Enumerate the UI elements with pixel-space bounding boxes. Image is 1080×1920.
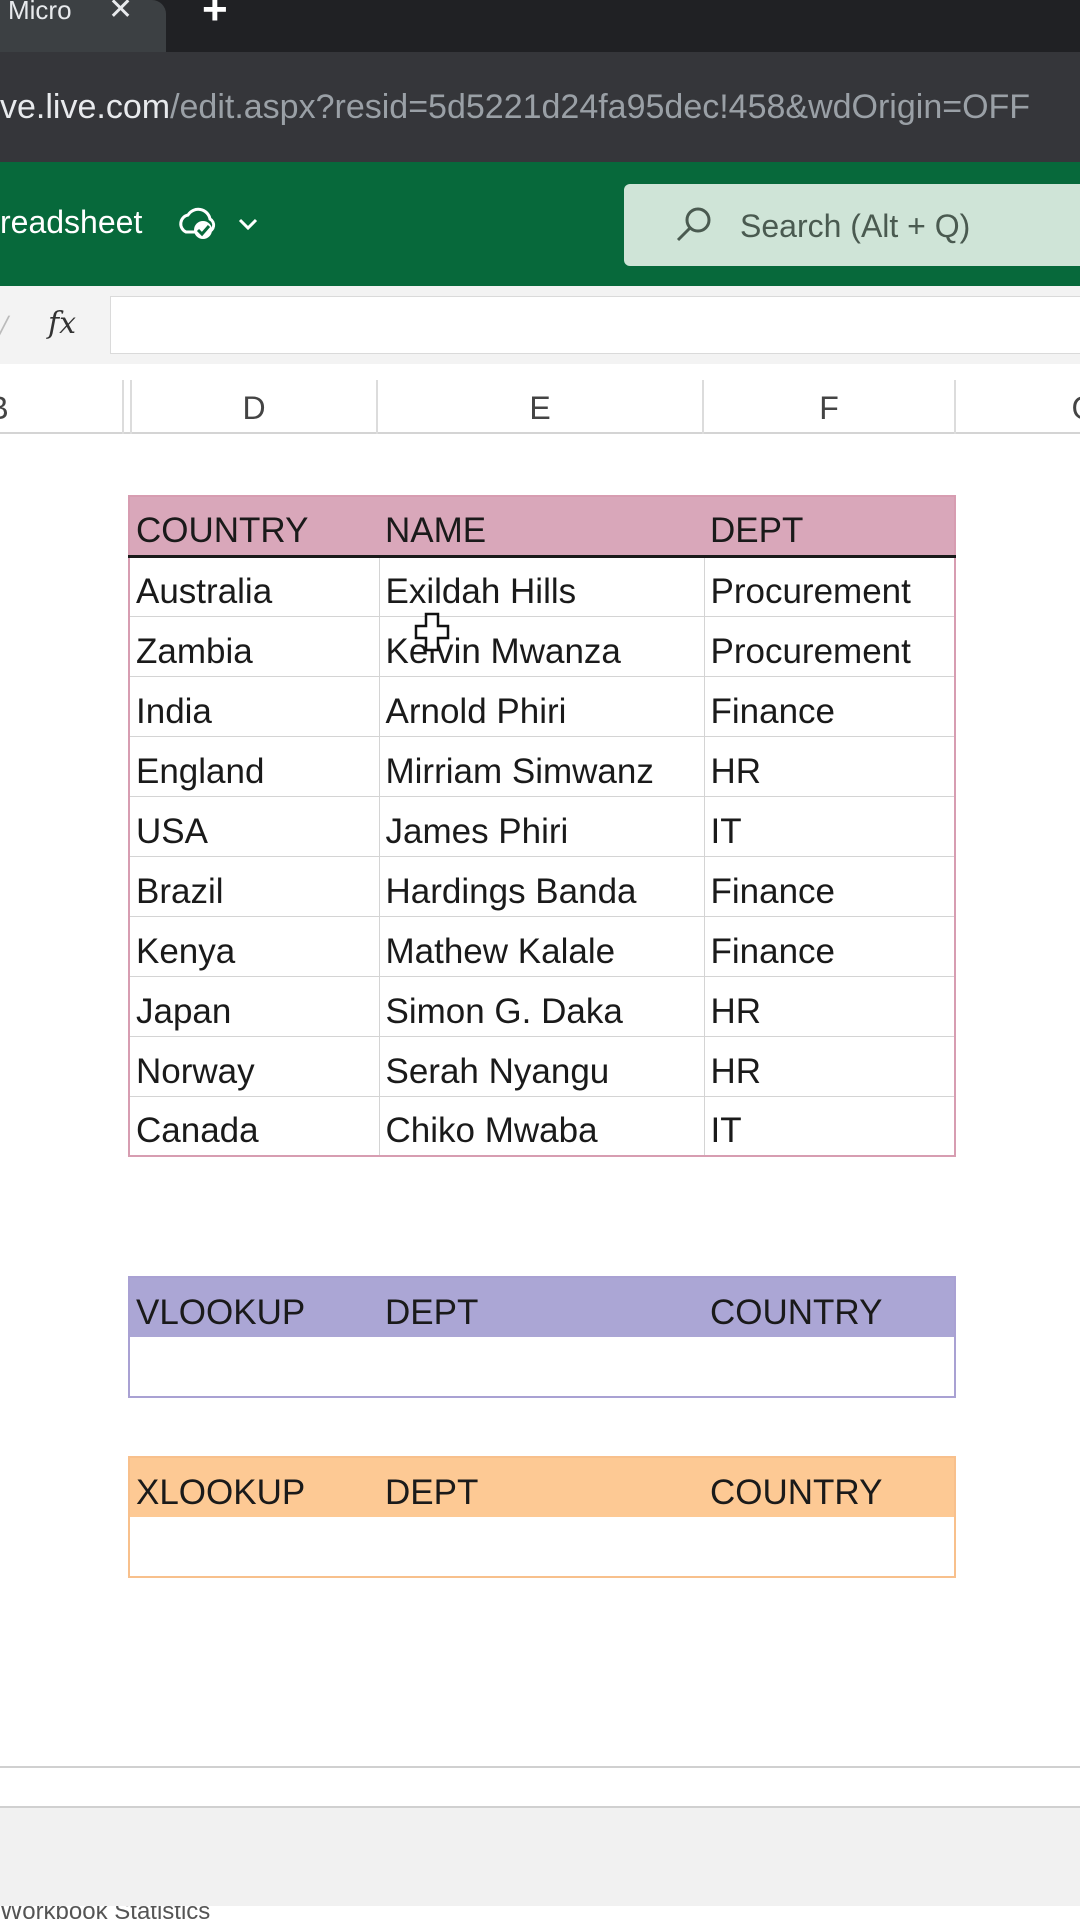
table-cell[interactable]: Finance	[704, 916, 955, 977]
table-cell[interactable]: Procurement	[704, 556, 955, 617]
header-cell-dept[interactable]: DEPT	[704, 496, 955, 558]
formula-bar: ╱ fx	[0, 286, 1080, 364]
search-input[interactable]: Search (Alt + Q)	[624, 184, 1080, 266]
table-cell[interactable]: Australia	[129, 556, 380, 617]
table-cell[interactable]: HR	[704, 976, 955, 1037]
table-cell[interactable]	[379, 1337, 704, 1397]
table-row: Kenya Mathew Kalale Finance	[129, 916, 955, 977]
column-header-b[interactable]: B	[0, 380, 16, 434]
xlookup-table: XLOOKUP DEPT COUNTRY	[128, 1456, 956, 1578]
sheet-tab-bar[interactable]	[0, 1806, 1080, 1906]
table-cell[interactable]: Procurement	[704, 616, 955, 677]
table-cell[interactable]	[379, 1517, 704, 1577]
table-cell[interactable]: Finance	[704, 676, 955, 737]
table-cell[interactable]: Mathew Kalale	[379, 916, 705, 977]
table-row: England Mirriam Simwanz HR	[129, 736, 955, 797]
table-row: Brazil Hardings Banda Finance	[129, 856, 955, 917]
table-cell[interactable]: Hardings Banda	[379, 856, 705, 917]
table-cell[interactable]: IT	[704, 796, 955, 857]
cloud-saved-icon[interactable]	[176, 202, 218, 244]
header-cell-country[interactable]: COUNTRY	[704, 1457, 955, 1517]
header-cell-name[interactable]: NAME	[379, 496, 704, 558]
column-divider[interactable]	[954, 380, 956, 434]
table-row: Canada Chiko Mwaba IT	[129, 1096, 955, 1157]
app-header: readsheet Search (Alt + Q)	[0, 162, 1080, 286]
table-cell[interactable]: HR	[704, 736, 955, 797]
table-cell[interactable]	[704, 1337, 955, 1397]
table-cell[interactable]: James Phiri	[379, 796, 705, 857]
table-row: Australia Exildah Hills Procurement	[129, 556, 955, 617]
new-tab-button[interactable]: +	[202, 0, 228, 32]
column-header-row: B D E F G	[0, 380, 1080, 434]
column-header-f[interactable]: F	[704, 380, 954, 434]
table-cell[interactable]: India	[129, 676, 380, 737]
table-cell[interactable]: Norway	[129, 1036, 380, 1097]
search-icon	[676, 207, 711, 242]
header-cell-country[interactable]: COUNTRY	[704, 1277, 955, 1337]
table-header-row: VLOOKUP DEPT COUNTRY	[129, 1277, 955, 1337]
tab-title: Micro	[8, 0, 72, 20]
header-cell-dept[interactable]: DEPT	[379, 1277, 704, 1337]
table-cell[interactable]	[704, 1517, 955, 1577]
header-cell-dept[interactable]: DEPT	[379, 1457, 704, 1517]
browser-tab[interactable]: Micro ✕	[0, 0, 166, 52]
table-row	[129, 1517, 955, 1577]
table-cell[interactable]: Exildah Hills	[379, 556, 705, 617]
url-path: /edit.aspx?resid=5d5221d24fa95dec!458&wd…	[170, 88, 1031, 126]
table-cell[interactable]: Mirriam Simwanz	[379, 736, 705, 797]
grid-bottom-divider	[0, 1766, 1080, 1768]
browser-tab-strip: Micro ✕ +	[0, 0, 1080, 52]
header-cell-xlookup[interactable]: XLOOKUP	[129, 1457, 379, 1517]
table-row: USA James Phiri IT	[129, 796, 955, 857]
vlookup-table: VLOOKUP DEPT COUNTRY	[128, 1276, 956, 1398]
tab-close-icon[interactable]: ✕	[108, 0, 133, 25]
search-placeholder: Search (Alt + Q)	[740, 208, 971, 244]
table-cell[interactable]: USA	[129, 796, 380, 857]
table-cell[interactable]: Japan	[129, 976, 380, 1037]
table-cell[interactable]: IT	[704, 1096, 955, 1157]
column-header-g[interactable]: G	[1064, 380, 1080, 434]
table-cell[interactable]: Arnold Phiri	[379, 676, 705, 737]
table-header-row: XLOOKUP DEPT COUNTRY	[129, 1457, 955, 1517]
table-row: Zambia Kelvin Mwanza Procurement	[129, 616, 955, 677]
table-cell[interactable]: HR	[704, 1036, 955, 1097]
table-cell[interactable]: Finance	[704, 856, 955, 917]
table-header-row: COUNTRY NAME DEPT	[129, 496, 955, 558]
table-cell[interactable]	[129, 1517, 379, 1577]
employee-table: COUNTRY NAME DEPT Australia Exildah Hill…	[128, 495, 956, 1157]
formula-divider: ╱	[0, 316, 10, 341]
header-cell-vlookup[interactable]: VLOOKUP	[129, 1277, 379, 1337]
table-cell[interactable]: Kenya	[129, 916, 380, 977]
table-cell[interactable]: Chiko Mwaba	[379, 1096, 705, 1157]
column-divider[interactable]	[122, 380, 124, 434]
document-title[interactable]: readsheet	[0, 204, 142, 241]
chevron-down-icon[interactable]	[236, 212, 260, 236]
table-row: Japan Simon G. Daka HR	[129, 976, 955, 1037]
header-cell-country[interactable]: COUNTRY	[129, 496, 379, 558]
url-text[interactable]: ve.live.com/edit.aspx?resid=5d5221d24fa9…	[0, 88, 1030, 127]
table-row: Norway Serah Nyangu HR	[129, 1036, 955, 1097]
address-bar[interactable]: ve.live.com/edit.aspx?resid=5d5221d24fa9…	[0, 52, 1080, 162]
table-cell[interactable]: England	[129, 736, 380, 797]
table-row: India Arnold Phiri Finance	[129, 676, 955, 737]
formula-input[interactable]	[110, 296, 1080, 354]
table-cell[interactable]: Serah Nyangu	[379, 1036, 705, 1097]
table-cell[interactable]: Canada	[129, 1096, 380, 1157]
table-row	[129, 1337, 955, 1397]
status-bar: Workbook Statistics	[0, 1906, 1080, 1920]
table-cell[interactable]: Simon G. Daka	[379, 976, 705, 1037]
table-cell[interactable]: Zambia	[129, 616, 380, 677]
table-cell[interactable]	[129, 1337, 379, 1397]
status-text[interactable]: Workbook Statistics	[0, 1906, 210, 1920]
url-host: ve.live.com	[0, 88, 171, 126]
column-header-e[interactable]: E	[378, 380, 702, 434]
function-icon[interactable]: fx	[48, 306, 76, 341]
table-cell[interactable]: Brazil	[129, 856, 380, 917]
cell-select-cursor-icon	[414, 612, 450, 652]
column-header-d[interactable]: D	[132, 380, 376, 434]
